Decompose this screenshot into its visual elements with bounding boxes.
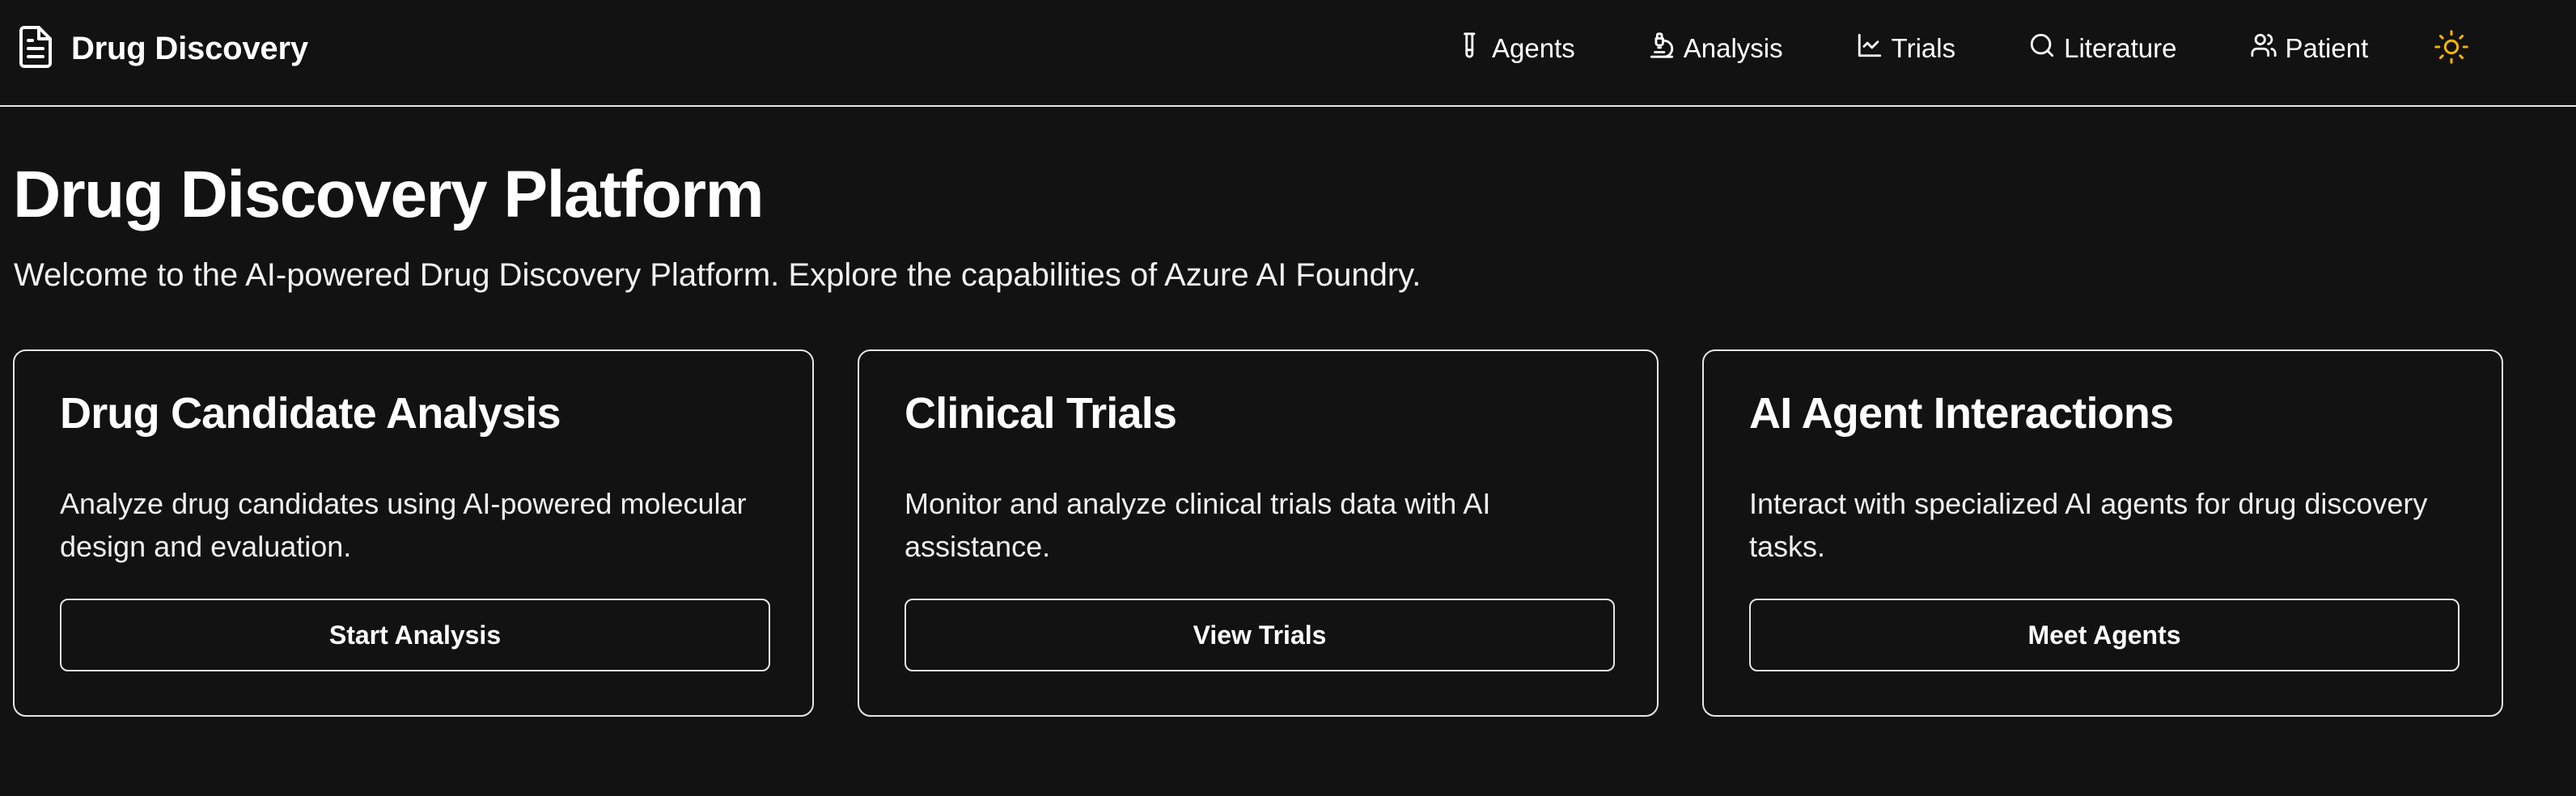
sun-icon [2433,28,2470,70]
card-description: Interact with specialized AI agents for … [1749,487,2428,563]
microscope-icon [1648,32,1684,66]
top-navbar: Drug Discovery Agents Analysis Trials Li… [0,0,2576,107]
page-title: Drug Discovery Platform [13,158,765,231]
document-icon [16,24,55,74]
brand-title: Drug Discovery [71,30,308,66]
nav-label-agents: Agents [1492,33,1575,63]
brand[interactable]: Drug Discovery [16,24,308,73]
card-clinical-trials: Clinical Trials Monitor and analyze clin… [858,349,1659,717]
meet-agents-button[interactable]: Meet Agents [1749,599,2459,671]
nav-item-agents[interactable]: Agents [1456,32,1575,66]
nav-item-patient[interactable]: Patient [2250,32,2369,66]
nav-item-trials[interactable]: Trials [1856,32,1955,66]
card-drug-candidate-analysis: Drug Candidate Analysis Analyze drug can… [13,349,814,717]
card-ai-agent-interactions: AI Agent Interactions Interact with spec… [1702,349,2503,717]
line-chart-icon [1856,32,1892,66]
card-title: AI Agent Interactions [1749,389,2174,438]
users-icon [2250,32,2286,66]
card-title: Clinical Trials [905,389,1177,438]
card-description: Monitor and analyze clinical trials data… [905,487,1491,563]
card-description: Analyze drug candidates using AI-powered… [60,487,747,563]
card-title: Drug Candidate Analysis [60,389,561,438]
nav-label-patient: Patient [2285,33,2369,63]
nav-label-trials: Trials [1891,33,1956,63]
start-analysis-button[interactable]: Start Analysis [60,599,770,671]
theme-toggle-button[interactable] [2433,28,2470,70]
page-subtitle: Welcome to the AI-powered Drug Discovery… [14,257,1421,293]
nav-item-analysis[interactable]: Analysis [1648,32,1783,66]
test-tube-icon [1456,32,1492,66]
main-nav: Agents Analysis Trials Literature Patien… [1456,24,2470,73]
view-trials-button[interactable]: View Trials [905,599,1615,671]
nav-label-analysis: Analysis [1683,33,1783,63]
nav-label-literature: Literature [2064,33,2177,63]
nav-item-literature[interactable]: Literature [2028,32,2177,66]
search-icon [2028,32,2064,66]
